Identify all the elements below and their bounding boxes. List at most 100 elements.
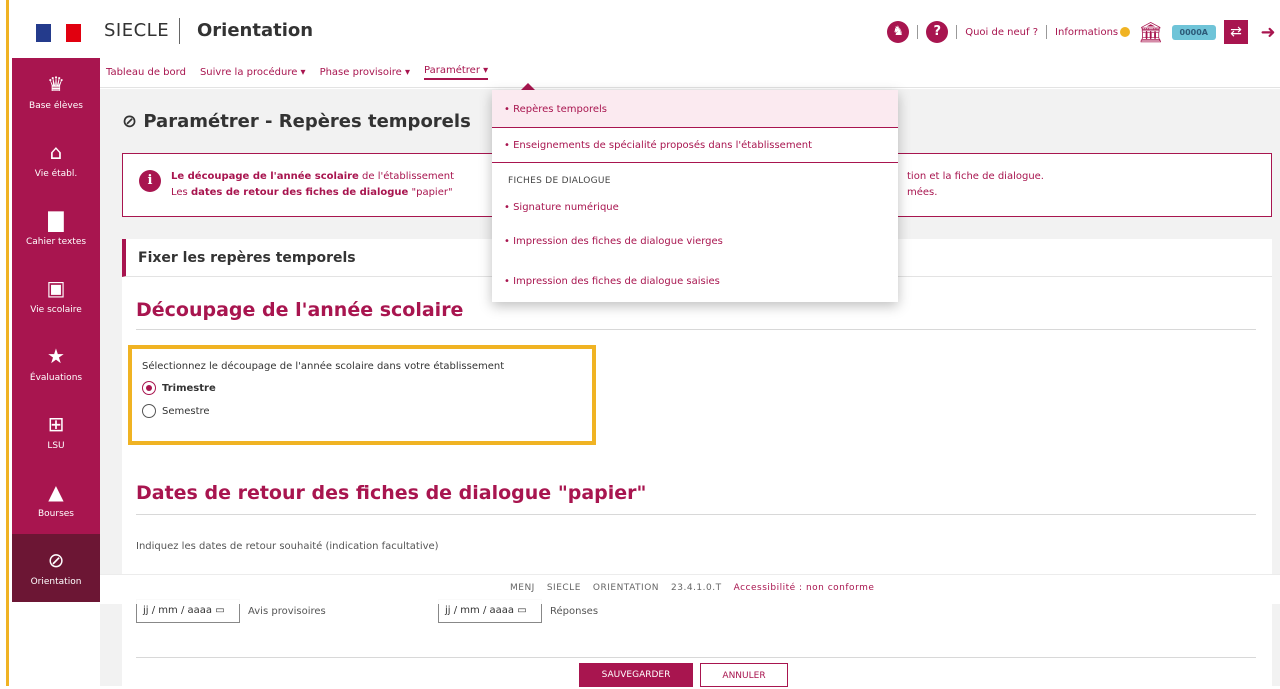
dropdown-item-reperes[interactable]: • Repères temporels bbox=[492, 90, 898, 128]
radio-semestre[interactable]: Semestre bbox=[142, 404, 210, 418]
header-separator bbox=[1046, 25, 1048, 39]
compass-icon: ⊘ bbox=[47, 547, 65, 572]
help-icon[interactable]: ♞ bbox=[887, 21, 910, 43]
date-label-reponses: Réponses bbox=[550, 606, 599, 617]
info-line-1-rest: de l'établissement bbox=[358, 171, 455, 182]
section-title-dates: Dates de retour des fiches de dialogue "… bbox=[136, 482, 647, 504]
sidebar-item-label: LSU bbox=[47, 440, 65, 451]
app-name: SIECLE bbox=[104, 20, 170, 41]
radio-indicator[interactable] bbox=[142, 404, 156, 418]
sidebar-item-label: Vie scolaire bbox=[30, 304, 82, 315]
dropdown-section-header: FICHES DE DIALOGUE bbox=[508, 176, 611, 186]
dropdown-item-enseignements[interactable]: • Enseignements de spécialité proposés d… bbox=[504, 140, 812, 151]
sidebar-item-label: Évaluations bbox=[29, 372, 83, 383]
logout-icon[interactable]: ➜ bbox=[1256, 22, 1280, 43]
title-divider bbox=[179, 18, 180, 44]
section-title-decoupage: Découpage de l'année scolaire bbox=[136, 299, 464, 321]
cancel-button[interactable]: ANNULER bbox=[700, 663, 788, 687]
radio-label: Trimestre bbox=[162, 382, 216, 394]
sidebar-item-label: Cahier textes bbox=[25, 236, 87, 247]
radio-trimestre[interactable]: Trimestre bbox=[142, 381, 216, 395]
module-name: Orientation bbox=[197, 20, 314, 41]
info-line-2-pre: Les bbox=[171, 187, 191, 198]
sidebar-item-evaluations[interactable]: ★ Évaluations bbox=[12, 330, 100, 398]
calendar-icon: ▭ bbox=[215, 605, 225, 616]
sidebar-item-cahier-textes[interactable]: ▇ Cahier textes bbox=[12, 194, 100, 262]
info-line-2: Les dates de retour des fiches de dialog… bbox=[171, 187, 453, 198]
footer-part: SIECLE bbox=[546, 583, 581, 593]
save-button[interactable]: SAUVEGARDER bbox=[579, 663, 693, 687]
open-book-icon: ⊞ bbox=[47, 411, 65, 436]
sidebar-item-vie-scolaire[interactable]: ▣ Vie scolaire bbox=[12, 262, 100, 330]
top-nav: Tableau de bord Suivre la procédure ▾ Ph… bbox=[100, 58, 1280, 88]
date-placeholder: jj / mm / aaaa bbox=[445, 605, 515, 616]
footer-part: ORIENTATION bbox=[592, 583, 660, 593]
nav-suivre-procedure[interactable]: Suivre la procédure ▾ bbox=[200, 67, 306, 78]
dropdown-divider bbox=[492, 162, 898, 163]
info-line-2-rest: "papier" bbox=[408, 187, 453, 198]
dropdown-item-impression-vierges[interactable]: • Impression des fiches de dialogue vier… bbox=[504, 236, 723, 247]
user-tag[interactable]: 0000A bbox=[1171, 24, 1216, 40]
choice-label: Sélectionnez le découpage de l'année sco… bbox=[142, 361, 505, 372]
sidebar-item-orientation[interactable]: ⊘ Orientation bbox=[12, 534, 100, 602]
date-placeholder: jj / mm / aaaa bbox=[143, 605, 213, 616]
left-accent-rule bbox=[6, 0, 9, 686]
sidebar-item-label: Orientation bbox=[30, 576, 82, 587]
footer-part: 23.4.1.0.T bbox=[671, 583, 722, 593]
footer-part: MENJ bbox=[510, 583, 535, 593]
section-divider bbox=[136, 657, 1256, 658]
section-divider bbox=[136, 329, 1256, 330]
whats-new-link[interactable]: Quoi de neuf ? bbox=[965, 27, 1038, 38]
section-divider bbox=[136, 514, 1256, 515]
card-title: Fixer les repères temporels bbox=[138, 250, 356, 266]
footer-info: MENJ SIECLE ORIENTATION 23.4.1.0.T Acces… bbox=[510, 583, 874, 593]
nav-phase-provisoire[interactable]: Phase provisoire ▾ bbox=[320, 67, 410, 78]
question-icon[interactable]: ? bbox=[926, 21, 949, 43]
sidebar-item-label: Bourses bbox=[38, 508, 74, 519]
sidebar-item-base-eleves[interactable]: ♛ Base élèves bbox=[12, 58, 100, 126]
book-icon: ▇ bbox=[48, 207, 64, 232]
nav-parametrer[interactable]: Paramétrer ▾ bbox=[424, 65, 489, 80]
header-separator bbox=[956, 25, 958, 39]
dropdown-item-impression-saisies[interactable]: • Impression des fiches de dialogue sais… bbox=[504, 276, 720, 287]
top-header: SIECLE Orientation ♞ ? Quoi de neuf ? In… bbox=[12, 0, 1280, 58]
sidebar-item-vie-etabl[interactable]: ⌂ Vie établ. bbox=[12, 126, 100, 194]
bank-icon[interactable]: 🏛 bbox=[1138, 20, 1163, 44]
page-title: ⊘ Paramétrer - Repères temporels bbox=[122, 111, 471, 132]
sidebar-item-label: Vie établ. bbox=[34, 168, 78, 179]
calendar-icon: ▭ bbox=[517, 605, 527, 616]
footer: MENJ SIECLE ORIENTATION 23.4.1.0.T Acces… bbox=[100, 574, 1280, 604]
info-line-1-end: tion et la fiche de dialogue. bbox=[907, 171, 1044, 182]
dropdown-item-signature[interactable]: • Signature numérique bbox=[504, 202, 619, 213]
radio-label: Semestre bbox=[162, 405, 210, 417]
info-icon: i bbox=[139, 170, 161, 192]
info-line-1-bold: Le découpage de l'année scolaire bbox=[171, 171, 359, 182]
parametrer-dropdown: • Repères temporels • Enseignements de s… bbox=[492, 90, 898, 302]
switch-icon[interactable]: ⇄ bbox=[1224, 20, 1248, 44]
header-separator bbox=[917, 25, 919, 39]
nav-tableau-de-bord[interactable]: Tableau de bord bbox=[106, 67, 186, 78]
sidebar-item-bourses[interactable]: ▲ Bourses bbox=[12, 466, 100, 534]
sidebar-item-lsu[interactable]: ⊞ LSU bbox=[12, 398, 100, 466]
settings-card: Fixer les repères temporels Découpage de… bbox=[122, 239, 1272, 689]
info-line-2-bold: dates de retour des fiches de dialogue bbox=[190, 187, 409, 198]
sidebar: ♛ Base élèves ⌂ Vie établ. ▇ Cahier textes … bbox=[12, 58, 100, 602]
header-actions: ♞ ? Quoi de neuf ? Informations 🏛 0000A … bbox=[887, 18, 1280, 46]
informations-label: Informations bbox=[1055, 26, 1119, 38]
radio-selected-indicator[interactable] bbox=[142, 381, 156, 395]
date-label-avis: Avis provisoires bbox=[248, 606, 326, 617]
informations-link[interactable]: Informations bbox=[1055, 26, 1131, 38]
calendar-icon: ▣ bbox=[46, 275, 66, 300]
users-icon: ♛ bbox=[47, 71, 65, 96]
republic-flag-logo bbox=[36, 24, 81, 42]
notification-badge bbox=[1120, 26, 1131, 37]
info-line-2-end: mées. bbox=[907, 187, 938, 198]
sidebar-item-label: Base élèves bbox=[29, 100, 83, 111]
star-icon: ★ bbox=[47, 343, 65, 368]
info-line-1: Le découpage de l'année scolaire de l'ét… bbox=[171, 171, 454, 182]
dates-hint: Indiquez les dates de retour souhaité (i… bbox=[136, 541, 439, 552]
bag-icon: ▲ bbox=[48, 479, 64, 504]
period-choice-group: Sélectionnez le découpage de l'année sco… bbox=[128, 345, 596, 445]
accessibility-link[interactable]: Accessibilité : non conforme bbox=[734, 583, 875, 593]
bank-icon: ⌂ bbox=[49, 139, 63, 164]
